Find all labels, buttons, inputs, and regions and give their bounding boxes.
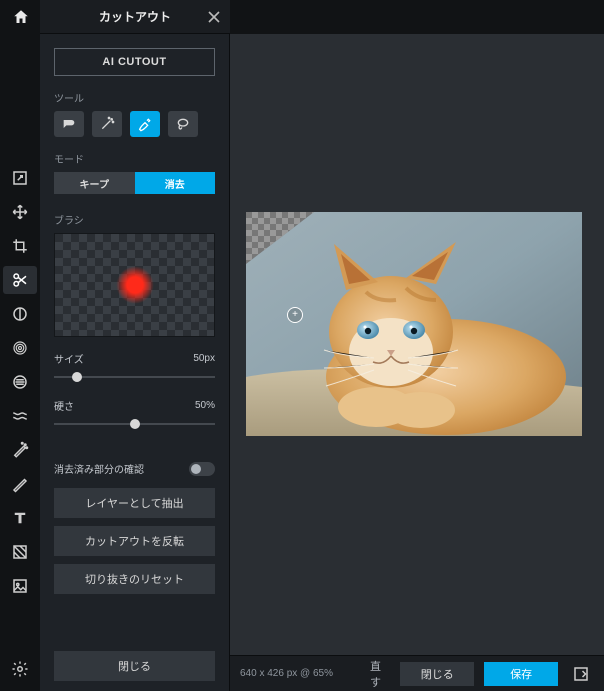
tool-lasso-button[interactable] bbox=[168, 111, 198, 137]
panel-close-button[interactable] bbox=[208, 11, 220, 23]
rail-move-icon[interactable] bbox=[3, 198, 37, 226]
rail-crop-icon[interactable] bbox=[3, 232, 37, 260]
rail-cutout-icon[interactable] bbox=[3, 266, 37, 294]
image-frame[interactable]: + bbox=[246, 212, 582, 436]
brush-icon bbox=[137, 116, 153, 132]
rail-resize-icon[interactable] bbox=[3, 164, 37, 192]
rail-adjust-icon[interactable] bbox=[3, 300, 37, 328]
canvas-area[interactable]: + bbox=[230, 34, 604, 655]
rail-draw-icon[interactable] bbox=[3, 470, 37, 498]
mode-erase-button[interactable]: 消去 bbox=[135, 172, 216, 194]
panel-close-bottom-button[interactable]: 閉じる bbox=[54, 651, 215, 681]
size-slider[interactable] bbox=[54, 370, 215, 384]
tool-brush-button[interactable] bbox=[130, 111, 160, 137]
bottom-expand-button[interactable] bbox=[568, 662, 594, 686]
canvas-image bbox=[246, 212, 582, 436]
toggle-erased[interactable] bbox=[189, 462, 215, 476]
size-value: 50px bbox=[193, 353, 215, 364]
panel-title: カットアウト bbox=[99, 8, 171, 25]
home-icon bbox=[12, 8, 30, 26]
rail-filter-icon[interactable] bbox=[3, 334, 37, 362]
lasso-icon bbox=[175, 116, 191, 132]
bottom-close-button[interactable]: 閉じる bbox=[400, 662, 474, 686]
section-tools-label: ツール bbox=[54, 90, 215, 105]
brush-cursor-icon: + bbox=[287, 307, 303, 323]
rail-settings-icon[interactable] bbox=[3, 655, 37, 683]
home-button[interactable] bbox=[6, 3, 36, 31]
hardness-label: 硬さ bbox=[54, 398, 74, 413]
invert-cutout-button[interactable]: カットアウトを反転 bbox=[54, 526, 215, 556]
bottom-save-button[interactable]: 保存 bbox=[484, 662, 558, 686]
rail-pattern-icon[interactable] bbox=[3, 538, 37, 566]
hardness-slider[interactable] bbox=[54, 417, 215, 431]
ai-cutout-button[interactable]: AI CUTOUT bbox=[54, 48, 215, 76]
tool-wand-button[interactable] bbox=[92, 111, 122, 137]
wand-icon bbox=[99, 116, 115, 132]
hardness-value: 50% bbox=[195, 400, 215, 411]
mode-keep-button[interactable]: キープ bbox=[54, 172, 135, 194]
status-dimensions: 640 x 426 px @ 65% bbox=[240, 668, 360, 679]
brush-preview bbox=[54, 233, 215, 337]
rail-text-icon[interactable] bbox=[3, 504, 37, 532]
reset-crop-button[interactable]: 切り抜きのリセット bbox=[54, 564, 215, 594]
extract-layer-button[interactable]: レイヤーとして抽出 bbox=[54, 488, 215, 518]
expand-icon bbox=[572, 665, 590, 683]
rail-heal-icon[interactable] bbox=[3, 436, 37, 464]
section-mode-label: モード bbox=[54, 151, 215, 166]
brush-dot-icon bbox=[116, 266, 154, 304]
rail-gradient-icon[interactable] bbox=[3, 368, 37, 396]
toggle-erased-label: 消去済み部分の確認 bbox=[54, 461, 144, 476]
rail-image-icon[interactable] bbox=[3, 572, 37, 600]
size-label: サイズ bbox=[54, 351, 84, 366]
close-icon bbox=[208, 11, 220, 23]
redo-text[interactable]: 直す bbox=[370, 658, 390, 690]
shape-icon bbox=[61, 116, 77, 132]
section-brush-label: ブラシ bbox=[54, 212, 215, 227]
tool-shape-button[interactable] bbox=[54, 111, 84, 137]
rail-liquify-icon[interactable] bbox=[3, 402, 37, 430]
